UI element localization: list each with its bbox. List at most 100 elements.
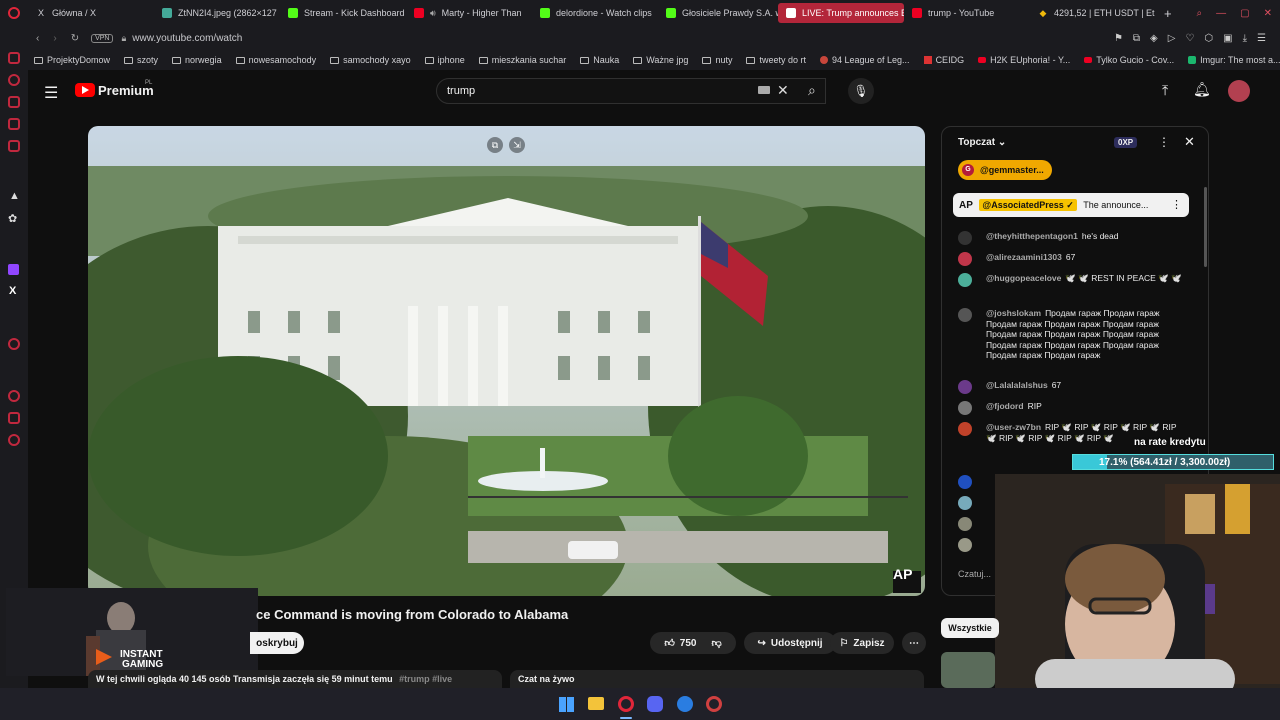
reload-icon[interactable]: ↻ xyxy=(71,33,79,44)
hashtags[interactable]: #trump #live xyxy=(399,674,452,684)
opera-icon[interactable] xyxy=(618,696,634,712)
search-icon[interactable]: ⌕ xyxy=(808,82,816,99)
more-actions-button[interactable]: ⋯ xyxy=(902,632,926,654)
youtube-logo-icon[interactable] xyxy=(75,83,95,97)
close-chat-icon[interactable]: ✕ xyxy=(1184,134,1195,150)
bookmark-item[interactable]: nowesamochody xyxy=(235,55,316,65)
bookmark-item[interactable]: H2K EUphoria! - Y... xyxy=(978,55,1070,65)
streamer-webcam xyxy=(995,474,1280,694)
heart-icon[interactable]: ♡ xyxy=(1185,33,1194,44)
bell-icon[interactable]: 🔔︎ xyxy=(1193,81,1211,98)
bookmark-item[interactable]: tweety do rt xyxy=(746,55,806,65)
video-title: ce Command is moving from Colorado to Al… xyxy=(256,607,569,622)
subscribe-button[interactable]: oskrybuj xyxy=(250,632,304,654)
vpn-badge[interactable]: VPN xyxy=(91,33,114,43)
close-window-icon[interactable]: ✕ xyxy=(1264,8,1272,19)
user-avatar xyxy=(958,252,972,266)
chatgpt-icon[interactable]: ✿ xyxy=(8,212,17,225)
avatar[interactable] xyxy=(1228,80,1250,102)
bookmark-item[interactable]: iphone xyxy=(424,55,465,65)
pip-icon[interactable]: ⧉ xyxy=(487,137,503,153)
opera-logo[interactable] xyxy=(0,0,28,26)
upload-icon[interactable]: ⤒ xyxy=(1162,82,1168,99)
extensions-icon[interactable]: ⬡ xyxy=(1204,33,1213,44)
tab-marty[interactable]: 🔊︎ Marty - Higher Than xyxy=(406,0,532,26)
bookmark-item[interactable]: nuty xyxy=(702,55,732,65)
back-icon[interactable]: ‹ xyxy=(36,33,39,44)
download-icon[interactable]: ⤓ xyxy=(1243,33,1247,44)
chat-mode-dropdown[interactable]: Topczat ⌄ xyxy=(958,137,1006,148)
aria-icon[interactable]: ▲ xyxy=(9,190,20,202)
pinned-menu-icon[interactable]: ⋮ xyxy=(1171,193,1182,217)
play-icon[interactable]: ▷ xyxy=(1168,33,1176,44)
obs-icon[interactable] xyxy=(706,696,722,712)
bookmark-icon[interactable]: ⚑ xyxy=(1114,33,1123,44)
related-video-thumbnail[interactable] xyxy=(941,652,995,688)
tab-trump-youtube[interactable]: trump - YouTube xyxy=(904,0,1030,26)
minimize-icon[interactable]: — xyxy=(1216,8,1226,19)
discord-icon[interactable] xyxy=(8,118,20,130)
clear-search-icon[interactable]: ✕ xyxy=(777,82,789,99)
xp-badge[interactable]: 0XP xyxy=(1114,137,1138,148)
feather-app-icon[interactable] xyxy=(677,696,693,712)
video-player[interactable]: ⧉ ⇲ AP xyxy=(88,126,925,596)
x-icon[interactable]: X xyxy=(9,285,16,297)
twitch-icon[interactable] xyxy=(8,264,19,275)
discord-icon[interactable] xyxy=(647,696,663,712)
chat-scrollbar[interactable] xyxy=(1204,187,1207,267)
extensions-icon[interactable] xyxy=(8,412,20,424)
search-tabs-icon[interactable]: ⌕ xyxy=(1197,8,1203,19)
bookmark-item[interactable]: szoty xyxy=(124,55,158,65)
tab-x[interactable]: X Główna / X xyxy=(28,0,154,26)
url-field[interactable]: www.youtube.com/watch xyxy=(132,33,242,44)
mail-icon[interactable] xyxy=(8,140,20,152)
tab-glosiciele[interactable]: Głosiciele Prawdy S.A. w xyxy=(658,0,778,26)
messenger-icon[interactable] xyxy=(8,52,20,64)
bookmark-item[interactable]: ProjektyDomow xyxy=(34,55,110,65)
instant-gaming-ad[interactable]: INSTANT GAMING xyxy=(6,588,258,676)
minimize-player-icon[interactable]: ⇲ xyxy=(509,137,525,153)
whatsapp-icon[interactable] xyxy=(8,74,20,86)
bookmark-item[interactable]: Imgur: The most a... xyxy=(1188,55,1280,65)
credit-progress-text: 17.1% (564.41zł / 3,300.00zł) xyxy=(1099,457,1231,468)
tab-kick-dashboard[interactable]: Stream - Kick Dashboard xyxy=(280,0,406,26)
more-options-icon[interactable]: ⋮ xyxy=(1158,135,1170,149)
pinned-message[interactable]: AP @AssociatedPress ✓ The announce... ⋮ xyxy=(953,193,1189,217)
menu-icon[interactable]: ☰ xyxy=(1257,33,1266,44)
save-button[interactable]: ⚐ Zapisz xyxy=(830,632,894,654)
pinned-user-chip[interactable]: G @gemmaster... xyxy=(958,160,1052,180)
telegram-icon[interactable] xyxy=(8,96,20,108)
new-tab-button[interactable]: + xyxy=(1156,0,1176,26)
bookmark-item[interactable]: 94 League of Leg... xyxy=(819,55,910,65)
bookmark-item[interactable]: CEIDG xyxy=(923,55,964,65)
bookmark-item[interactable]: Nauka xyxy=(580,55,619,65)
filter-all-chip[interactable]: Wszystkie xyxy=(941,618,999,638)
history-icon[interactable] xyxy=(8,390,20,402)
file-explorer-icon[interactable] xyxy=(588,697,604,710)
user-avatar xyxy=(958,422,972,436)
wallet-icon[interactable]: ▣ xyxy=(1223,33,1232,44)
keyboard-icon[interactable] xyxy=(758,86,770,94)
microphone-icon[interactable]: 🎙︎ xyxy=(848,78,874,104)
player-icon[interactable] xyxy=(8,338,20,350)
bookmark-item[interactable]: samochody xayo xyxy=(330,55,411,65)
tab-eth-usdt[interactable]: ◆ 4291,52 | ETH USDT | Et xyxy=(1030,0,1156,26)
pocket-icon[interactable]: ◈ xyxy=(1150,33,1158,44)
hamburger-icon[interactable]: ☰ xyxy=(44,83,58,103)
tab-delordione[interactable]: delordione - Watch clips xyxy=(532,0,658,26)
bookmark-item[interactable]: norwegia xyxy=(172,55,222,65)
snapshot-icon[interactable]: ⧉ xyxy=(1133,33,1140,44)
bookmark-item[interactable]: Ważne jpg xyxy=(633,55,688,65)
tab-live-trump[interactable]: LIVE: Trump announces E xyxy=(778,3,904,23)
thumbs-up-icon[interactable]: 👍︎ xyxy=(664,637,674,649)
windows-start-icon[interactable] xyxy=(559,697,574,712)
tab-image[interactable]: ZtNN2I4.jpeg (2862×127 xyxy=(154,0,280,26)
bookmark-item[interactable]: Tylko Gucio - Cov... xyxy=(1084,55,1174,65)
settings-icon[interactable] xyxy=(8,434,20,446)
like-count[interactable]: 750 xyxy=(680,638,697,649)
bookmark-item[interactable]: mieszkania suchar xyxy=(478,55,566,65)
maximize-icon[interactable]: ▢ xyxy=(1240,8,1249,19)
forward-icon[interactable]: › xyxy=(53,33,56,44)
share-button[interactable]: ↪ Udostępnij xyxy=(744,632,836,654)
thumbs-down-icon[interactable]: 👎︎ xyxy=(711,637,721,649)
